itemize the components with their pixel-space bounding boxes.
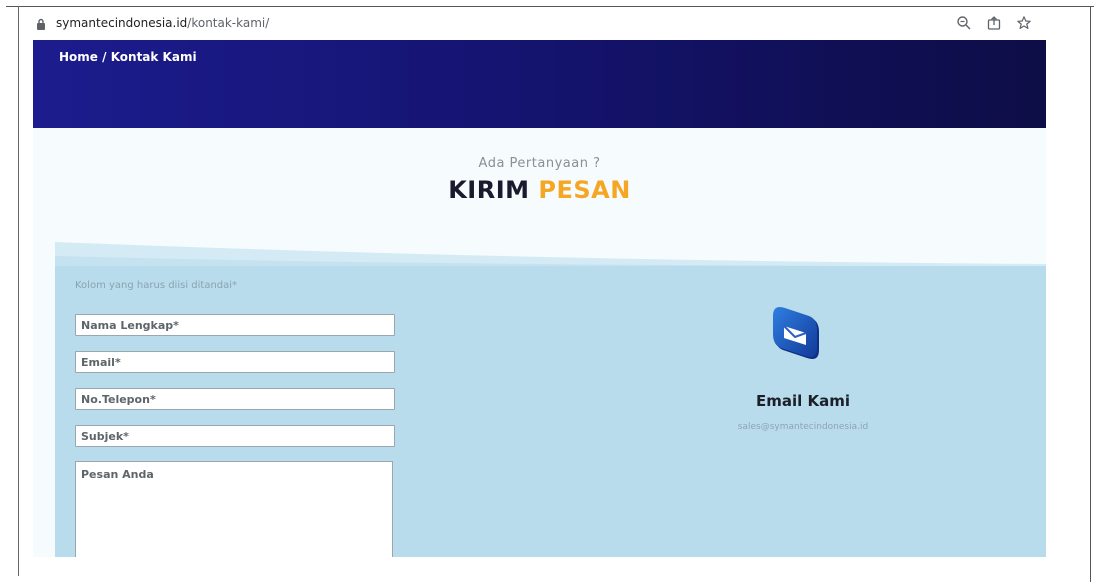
zoom-icon[interactable]: [956, 15, 972, 31]
address-bar-actions: [956, 15, 1032, 31]
breadcrumb: Home / Kontak Kami: [59, 50, 197, 64]
required-fields-hint: Kolom yang harus diisi ditandai*: [75, 280, 238, 291]
breadcrumb-separator: /: [97, 50, 111, 64]
email-field[interactable]: [75, 351, 395, 373]
screenshot-frame-top: [6, 6, 1094, 7]
breadcrumb-home-link[interactable]: Home: [59, 50, 98, 64]
share-icon[interactable]: [986, 15, 1002, 31]
lock-icon: [36, 17, 46, 30]
url-domain: symantecindonesia.id: [56, 16, 188, 30]
message-field[interactable]: [75, 461, 393, 557]
web-page: Home / Kontak Kami Ada Pertanyaan ? KIRI…: [33, 40, 1046, 557]
url-path: /kontak-kami/: [187, 16, 270, 30]
hero-banner: Home / Kontak Kami: [33, 40, 1046, 128]
url-text[interactable]: symantecindonesia.id/kontak-kami/: [56, 16, 269, 30]
mail-icon: [773, 307, 819, 359]
name-field[interactable]: [75, 314, 395, 336]
section-subtitle: Ada Pertanyaan ?: [478, 156, 601, 171]
email-address[interactable]: sales@symantecindonesia.id: [693, 422, 913, 432]
screenshot-frame-right: [1090, 6, 1091, 582]
subject-field[interactable]: [75, 425, 395, 447]
address-bar[interactable]: symantecindonesia.id/kontak-kami/: [30, 8, 1050, 38]
heading-word-1: KIRIM: [448, 176, 530, 204]
breadcrumb-current: Kontak Kami: [110, 50, 197, 64]
heading-word-2: PESAN: [538, 176, 631, 204]
phone-field[interactable]: [75, 388, 395, 410]
email-us-title: Email Kami: [755, 392, 851, 410]
bookmark-star-icon[interactable]: [1016, 15, 1032, 31]
screenshot-frame-left: [18, 6, 19, 576]
section-heading: KIRIM PESAN: [33, 176, 1046, 204]
